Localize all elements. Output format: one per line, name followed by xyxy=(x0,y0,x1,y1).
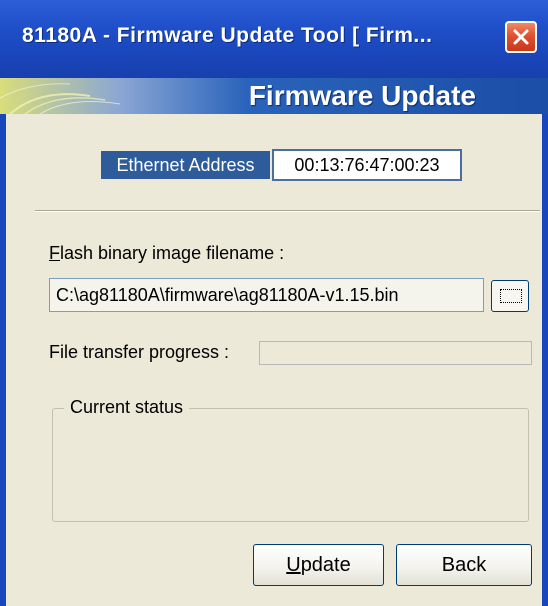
close-button[interactable] xyxy=(505,21,537,53)
flash-filename-input[interactable]: C:\ag81180A\firmware\ag81180A-v1.15.bin xyxy=(49,278,484,312)
header-banner: Firmware Update xyxy=(0,78,548,114)
ethernet-address-label: Ethernet Address xyxy=(101,151,270,179)
flash-filename-accelerator: F xyxy=(49,243,60,263)
banner-title: Firmware Update xyxy=(248,80,476,111)
banner-swirl-graphic xyxy=(0,83,121,114)
update-button[interactable]: Update xyxy=(253,544,384,586)
close-icon xyxy=(513,29,529,45)
ellipsis-browse-icon xyxy=(500,289,522,303)
current-status-legend: Current status xyxy=(64,397,190,418)
back-button[interactable]: Back xyxy=(396,544,532,586)
firmware-update-window: 81180A - Firmware Update Tool [ Firm... … xyxy=(0,0,548,606)
browse-button[interactable] xyxy=(491,280,529,312)
file-transfer-progress-label: File transfer progress : xyxy=(49,342,230,362)
flash-filename-label-text: lash binary image filename : xyxy=(60,243,285,263)
title-bar[interactable]: 81180A - Firmware Update Tool [ Firm... xyxy=(0,0,548,78)
window-title: 81180A - Firmware Update Tool [ Firm... xyxy=(22,24,433,47)
update-button-label: pdate xyxy=(300,554,351,576)
update-accelerator: U xyxy=(286,554,301,576)
file-transfer-progress-bar xyxy=(259,341,532,365)
ethernet-address-value: 00:13:76:47:00:23 xyxy=(272,149,462,181)
current-status-group xyxy=(52,408,529,522)
flash-filename-label: Flash binary image filename : xyxy=(49,243,284,264)
separator-line xyxy=(35,210,540,212)
window-frame-right xyxy=(542,114,548,606)
